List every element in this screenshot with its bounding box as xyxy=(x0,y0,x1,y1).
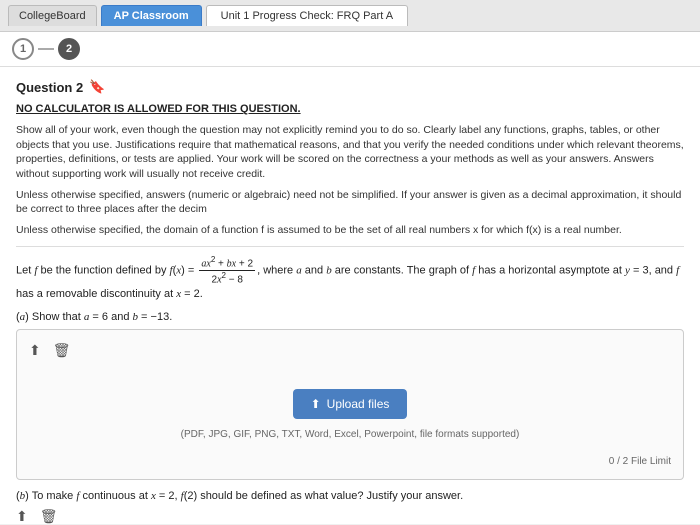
main-content: Question 2 🔖 NO CALCULATOR IS ALLOWED FO… xyxy=(0,67,700,524)
breadcrumb: 1 2 xyxy=(0,32,700,67)
instruction-3: Unless otherwise specified, the domain o… xyxy=(16,223,684,238)
upload-center: ⬆ Upload files (PDF, JPG, GIF, PNG, TXT,… xyxy=(29,369,671,450)
section-divider xyxy=(16,246,684,247)
upload-formats-text: (PDF, JPG, GIF, PNG, TXT, Word, Excel, P… xyxy=(181,429,520,440)
part-b-label: (b) To make f continuous at x = 2, f(2) … xyxy=(16,490,684,502)
part-b-trash-icon[interactable]: 🗑 xyxy=(40,508,58,524)
tab-collegeboard[interactable]: CollegeBoard xyxy=(8,5,97,26)
instruction-2: Unless otherwise specified, answers (num… xyxy=(16,188,684,217)
tab-apclassroom[interactable]: AP Classroom xyxy=(101,5,202,26)
tab-unit-title: Unit 1 Progress Check: FRQ Part A xyxy=(206,5,408,26)
upload-icon[interactable]: ⬆ xyxy=(29,342,41,359)
trash-icon[interactable]: 🗑 xyxy=(53,342,71,359)
bookmark-icon[interactable]: 🔖 xyxy=(89,79,105,95)
part-a-label: (a) Show that a = 6 and b = −13. xyxy=(16,311,684,323)
breadcrumb-step-2[interactable]: 2 xyxy=(58,38,80,60)
file-limit-text: 0 / 2 File Limit xyxy=(29,456,671,467)
upload-area-part-a: ⬆ 🗑 ⬆ Upload files (PDF, JPG, GIF, PNG, … xyxy=(16,329,684,480)
function-definition: Let f be the function defined by f(x) = … xyxy=(16,255,684,303)
instruction-1: Show all of your work, even though the q… xyxy=(16,123,684,182)
breadcrumb-separator xyxy=(38,48,54,50)
upload-files-button[interactable]: ⬆ Upload files xyxy=(293,389,408,419)
upload-arrow-icon: ⬆ xyxy=(311,397,321,411)
upload-toolbar: ⬆ 🗑 xyxy=(29,342,671,359)
question-header: Question 2 🔖 xyxy=(16,79,684,95)
breadcrumb-step-1[interactable]: 1 xyxy=(12,38,34,60)
part-b-upload-icon[interactable]: ⬆ xyxy=(16,508,28,524)
part-b-toolbar: ⬆ 🗑 xyxy=(16,508,684,524)
question-number: Question 2 xyxy=(16,80,83,95)
top-bar: CollegeBoard AP Classroom Unit 1 Progres… xyxy=(0,0,700,32)
no-calc-notice: NO CALCULATOR IS ALLOWED FOR THIS QUESTI… xyxy=(16,103,684,115)
